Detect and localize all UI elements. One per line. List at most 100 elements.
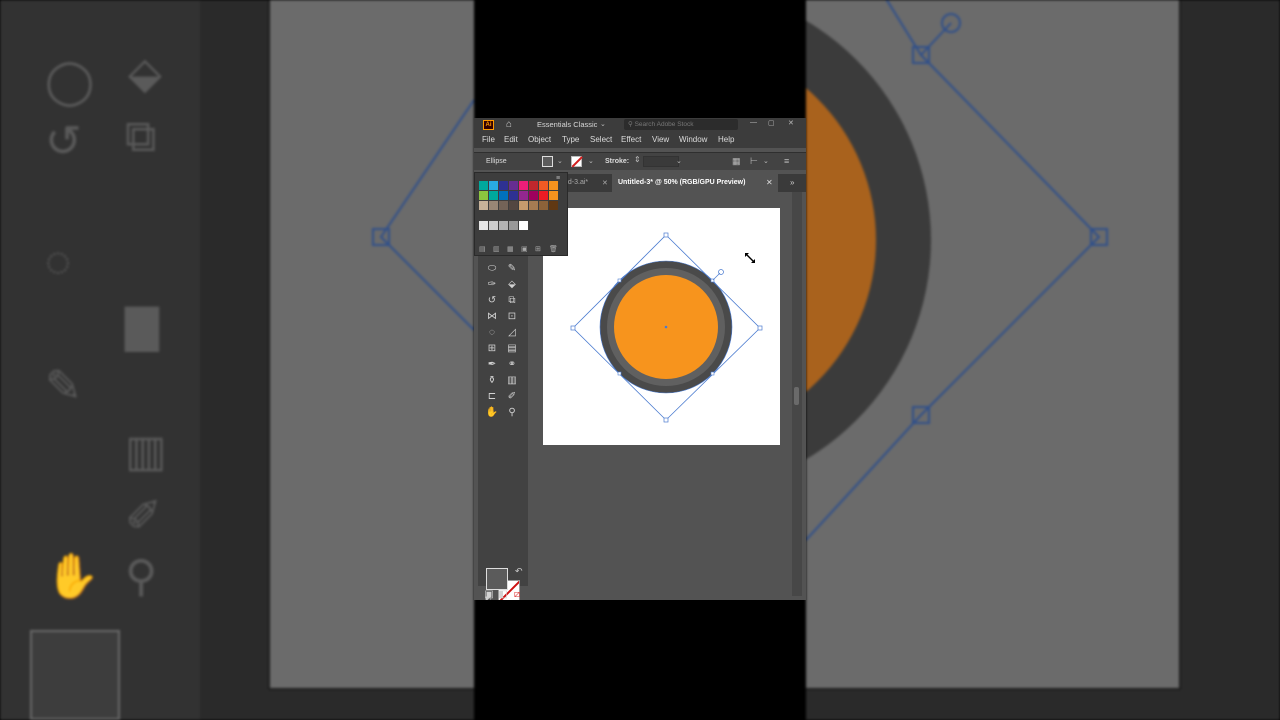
swatch-options-icon[interactable]: ▦ bbox=[507, 245, 514, 253]
close-active-tab-icon[interactable]: ✕ bbox=[766, 178, 773, 187]
title-bar: Ai ⌂ Essentials Classic ⌄ ⚲ Search Adobe… bbox=[474, 118, 806, 132]
stock-search-input[interactable]: ⚲ Search Adobe Stock bbox=[624, 119, 738, 130]
rotate-tool-icon[interactable]: ↺ bbox=[484, 294, 500, 308]
gradient-tool-icon[interactable]: ▤ bbox=[504, 342, 520, 356]
color-swatch[interactable] bbox=[479, 201, 488, 210]
blend-tool-icon[interactable]: ⚭ bbox=[504, 358, 520, 372]
stroke-weight-dropdown-icon[interactable]: ⌄ bbox=[676, 157, 682, 165]
vertical-scrollbar[interactable] bbox=[792, 192, 802, 596]
color-swatch[interactable] bbox=[539, 201, 548, 210]
color-swatch[interactable] bbox=[499, 201, 508, 210]
free-transform-tool-icon[interactable]: ⊡ bbox=[504, 310, 520, 324]
new-group-icon[interactable]: ▣ bbox=[521, 245, 528, 253]
tab-active-document[interactable]: Untitled-3* @ 50% (RGB/GPU Preview) ✕ bbox=[612, 174, 778, 192]
color-swatch[interactable] bbox=[479, 181, 488, 190]
eyedropper-tool-icon[interactable]: ✒ bbox=[484, 358, 500, 372]
swap-fill-stroke-icon[interactable]: ↶ bbox=[515, 566, 523, 577]
color-swatch[interactable] bbox=[499, 221, 508, 230]
menu-view[interactable]: View bbox=[652, 135, 669, 144]
minimize-icon[interactable]: — bbox=[750, 119, 757, 126]
color-swatch[interactable] bbox=[509, 201, 518, 210]
arrange-icon[interactable]: ▦ bbox=[732, 156, 741, 167]
illustrator-window: Ai ⌂ Essentials Classic ⌄ ⚲ Search Adobe… bbox=[474, 118, 806, 600]
color-swatch[interactable] bbox=[539, 191, 548, 200]
symbol-sprayer-tool-icon[interactable]: ⚱ bbox=[484, 374, 500, 388]
stroke-swatch[interactable] bbox=[571, 156, 582, 167]
home-icon[interactable]: ⌂ bbox=[506, 119, 512, 130]
zoom-tool-icon[interactable]: ⚲ bbox=[504, 406, 520, 420]
align-dropdown-icon[interactable]: ⌄ bbox=[763, 157, 769, 165]
graph-tool-icon[interactable]: ▥ bbox=[504, 374, 520, 388]
color-swatch[interactable] bbox=[549, 201, 558, 210]
chevron-down-icon[interactable]: ⌄ bbox=[600, 120, 606, 128]
color-swatch[interactable] bbox=[479, 221, 488, 230]
menu-window[interactable]: Window bbox=[679, 135, 707, 144]
shaper-tool-icon[interactable]: ✑ bbox=[484, 278, 500, 292]
delete-swatch-icon[interactable]: 🗑 bbox=[549, 245, 558, 253]
color-swatch[interactable] bbox=[529, 201, 538, 210]
color-swatch[interactable] bbox=[529, 191, 538, 200]
eraser-tool-icon[interactable]: ⬙ bbox=[504, 278, 520, 292]
stock-search-placeholder: Search Adobe Stock bbox=[634, 121, 694, 128]
color-swatch[interactable] bbox=[499, 191, 508, 200]
slice-tool-icon[interactable]: ✐ bbox=[504, 390, 520, 404]
perspective-grid-tool-icon[interactable]: ◿ bbox=[504, 326, 520, 340]
artboard-tool-icon[interactable]: ⊏ bbox=[484, 390, 500, 404]
ai-logo-icon: Ai bbox=[483, 120, 494, 130]
workspace-switcher[interactable]: Essentials Classic bbox=[537, 120, 597, 129]
fill-swatch[interactable] bbox=[542, 156, 553, 167]
color-swatch[interactable] bbox=[479, 191, 488, 200]
hand-tool-icon[interactable]: ✋ bbox=[484, 406, 500, 420]
menu-type[interactable]: Type bbox=[562, 135, 579, 144]
background-selection-right bbox=[806, 0, 1108, 541]
width-tool-icon[interactable]: ⋈ bbox=[484, 310, 500, 324]
none-mode-icon[interactable]: ⧄ bbox=[509, 588, 525, 600]
color-swatch[interactable] bbox=[519, 201, 528, 210]
menu-object[interactable]: Object bbox=[528, 135, 551, 144]
fill-dropdown-icon[interactable]: ⌄ bbox=[557, 157, 563, 165]
menu-edit[interactable]: Edit bbox=[504, 135, 518, 144]
more-tabs-icon[interactable]: » bbox=[790, 178, 794, 187]
stroke-stepper-icon[interactable]: ⇕ bbox=[634, 155, 641, 164]
maximize-icon[interactable]: ▢ bbox=[768, 119, 775, 127]
scale-tool-icon[interactable]: ⧉ bbox=[504, 294, 520, 308]
color-swatch[interactable] bbox=[549, 191, 558, 200]
color-swatch[interactable] bbox=[499, 181, 508, 190]
close-window-icon[interactable]: ✕ bbox=[788, 119, 794, 127]
fill-color-box[interactable] bbox=[486, 568, 508, 590]
color-swatch[interactable] bbox=[509, 191, 518, 200]
menu-file[interactable]: File bbox=[482, 135, 495, 144]
color-swatch[interactable] bbox=[529, 181, 538, 190]
color-swatch[interactable] bbox=[489, 201, 498, 210]
video-frame: ◯ ⬙ ↺ ⧉ ◌ ▇ ✎ ▥ ✐ ✋ ⚲ Ai ⌂ Essentials Cl… bbox=[0, 0, 1280, 720]
mesh-tool-icon[interactable]: ⊞ bbox=[484, 342, 500, 356]
align-icon[interactable]: ⊢ bbox=[750, 156, 758, 167]
menu-help[interactable]: Help bbox=[718, 135, 734, 144]
color-swatch[interactable] bbox=[489, 181, 498, 190]
show-kinds-icon[interactable]: ▥ bbox=[493, 245, 500, 253]
background-zoom-left: ◯ ⬙ ↺ ⧉ ◌ ▇ ✎ ▥ ✐ ✋ ⚲ bbox=[0, 0, 474, 720]
paintbrush-tool-icon[interactable]: ✎ bbox=[504, 262, 520, 276]
color-swatch[interactable] bbox=[519, 221, 528, 230]
ellipse-tool-icon[interactable]: ⬭ bbox=[484, 262, 500, 276]
background-selection-left bbox=[372, 99, 474, 331]
color-swatch[interactable] bbox=[509, 221, 518, 230]
color-swatch[interactable] bbox=[489, 191, 498, 200]
color-swatch[interactable] bbox=[519, 191, 528, 200]
scrollbar-thumb[interactable] bbox=[794, 387, 799, 405]
color-swatch[interactable] bbox=[509, 181, 518, 190]
color-swatch[interactable] bbox=[519, 181, 528, 190]
new-swatch-icon[interactable]: ⊞ bbox=[535, 245, 541, 253]
stroke-weight-field[interactable] bbox=[643, 156, 679, 167]
close-tab-icon[interactable]: ✕ bbox=[602, 179, 608, 187]
shape-builder-tool-icon[interactable]: ◌ bbox=[484, 326, 500, 340]
panel-menu-icon[interactable]: ≡ bbox=[784, 156, 789, 166]
color-swatch[interactable] bbox=[549, 181, 558, 190]
swatch-libraries-icon[interactable]: ▤ bbox=[479, 245, 486, 253]
menu-effect[interactable]: Effect bbox=[621, 135, 641, 144]
menu-select[interactable]: Select bbox=[590, 135, 612, 144]
color-swatch[interactable] bbox=[489, 221, 498, 230]
artboard[interactable] bbox=[543, 208, 780, 445]
stroke-dropdown-icon[interactable]: ⌄ bbox=[588, 157, 594, 165]
color-swatch[interactable] bbox=[539, 181, 548, 190]
